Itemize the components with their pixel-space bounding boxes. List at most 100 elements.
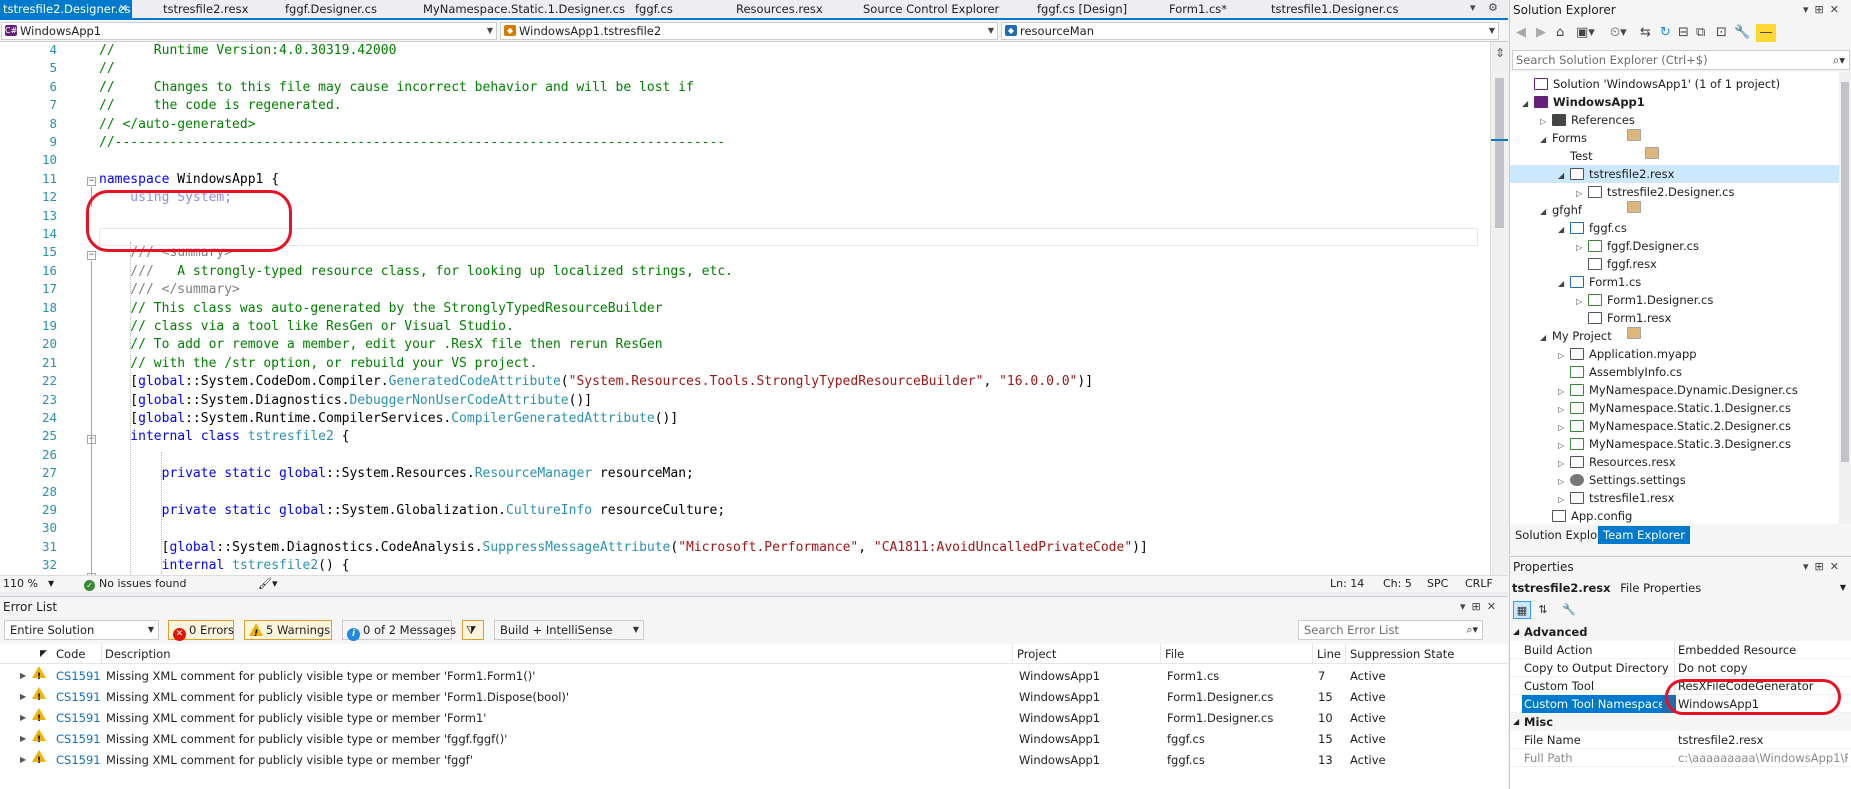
code-editor[interactable]: 4 5 6 7 8 9 10 11 12 13 14 15 16 17 18 19 20 21 22 23 24 25 26… xyxy=(0,42,1508,575)
property-value[interactable]: c:\aaaaaaaaa\WindowsApp1\Fo xyxy=(1678,749,1848,767)
collapse-all-icon[interactable]: ⊟ xyxy=(1678,25,1689,40)
tree-item[interactable]: ▷ MyNamespace.Dynamic.Designer.cs xyxy=(1558,381,1798,399)
table-row[interactable]: ▶ CS1591 Missing XML comment for publicly … xyxy=(0,687,1508,708)
code-line[interactable]: internal class tstresfile2 { xyxy=(99,428,349,446)
property-value[interactable]: Embedded Resource xyxy=(1678,641,1848,659)
property-value[interactable]: tstresfile2.resx xyxy=(1678,731,1848,749)
error-code-link[interactable]: CS1591 xyxy=(56,750,101,770)
tree-item[interactable]: ◢ gfghf xyxy=(1540,201,1641,221)
code-line[interactable]: // the code is regenerated. xyxy=(99,97,342,115)
tree-item[interactable]: ◢ Form1.cs xyxy=(1558,273,1641,291)
error-code-link[interactable]: CS1591 xyxy=(56,687,101,707)
warnings-filter-button[interactable]: 5 Warnings xyxy=(244,620,332,643)
zoom-level[interactable]: 110 % xyxy=(3,576,38,592)
tree-item[interactable]: ▷ Form1.Designer.cs xyxy=(1576,291,1713,309)
code-line[interactable]: private static global::System.Resources.… xyxy=(99,465,694,483)
split-icon[interactable]: ⇕ xyxy=(1493,46,1507,60)
tree-item[interactable]: ▷ Settings.settings xyxy=(1558,471,1686,489)
code-line[interactable]: //--------------------------------------… xyxy=(99,134,725,152)
category-advanced[interactable]: ◢ Advanced xyxy=(1510,623,1851,641)
code-line[interactable]: /// A strongly-typed resource class, for… xyxy=(99,263,733,281)
collapse-icon[interactable]: ◢ xyxy=(1513,623,1519,641)
column-project[interactable]: Project xyxy=(1017,644,1056,664)
tree-item[interactable]: ◢ My Project xyxy=(1540,327,1641,347)
error-code-link[interactable]: CS1591 xyxy=(56,729,101,749)
tab-resources-resx[interactable]: Resources.resx xyxy=(733,0,823,18)
code-line[interactable]: // Runtime Version:4.0.30319.42000 xyxy=(99,42,396,60)
code-line[interactable]: // </auto-generated> xyxy=(99,116,256,134)
panel-window-buttons[interactable]: ▾⊞✕ xyxy=(1803,557,1845,577)
code-line[interactable]: // xyxy=(99,60,115,78)
tree-item[interactable]: ◢ fggf.cs xyxy=(1558,219,1627,237)
code-line[interactable]: // with the /str option, or rebuild your… xyxy=(99,355,537,373)
issues-indicator[interactable]: ✓ No issues found xyxy=(84,576,186,592)
search-error-list-input[interactable]: Search Error List ⌕▾ xyxy=(1298,620,1483,640)
messages-filter-button[interactable]: i0 of 2 Messages xyxy=(342,620,456,641)
history-icon[interactable]: ⏲▾ xyxy=(1610,25,1627,40)
project-combo[interactable]: C# WindowsApp1 ▼ xyxy=(1,22,497,40)
tree-item[interactable]: ▷ MyNamespace.Static.3.Designer.cs xyxy=(1558,435,1791,453)
tree-item[interactable]: ▷ MyNamespace.Static.1.Designer.cs xyxy=(1558,399,1791,417)
column-separator[interactable] xyxy=(1160,644,1161,664)
settings-gear-icon[interactable]: ⚙ xyxy=(1488,1,1498,14)
code-line[interactable]: // class via a tool like ResGen or Visua… xyxy=(99,318,514,336)
error-code-link[interactable]: CS1591 xyxy=(56,708,101,728)
object-selector[interactable]: tstresfile2.resx File Properties ▼ xyxy=(1512,579,1850,597)
tree-item[interactable]: App.config xyxy=(1540,507,1632,524)
column-file[interactable]: File xyxy=(1165,644,1184,664)
back-icon[interactable]: ◀ xyxy=(1516,25,1526,40)
tab-mynamespace-static-1-designer-cs[interactable]: MyNamespace.Static.1.Designer.cs xyxy=(420,0,625,18)
preview-icon[interactable]: ⊡ xyxy=(1716,25,1727,40)
close-icon[interactable]: ✕ xyxy=(119,0,128,18)
brush-icon[interactable]: 🖌▾ xyxy=(258,576,278,592)
error-code-link[interactable]: CS1591 xyxy=(56,666,101,686)
home-icon[interactable]: ⌂ xyxy=(1556,25,1564,40)
tree-item[interactable]: ▷ fggf.Designer.cs xyxy=(1576,237,1699,255)
forward-icon[interactable]: ▶ xyxy=(1536,25,1546,40)
tab-tstresfile2-resx[interactable]: tstresfile2.resx xyxy=(160,0,248,18)
switch-views-icon[interactable]: ▣▾ xyxy=(1576,25,1595,40)
table-row[interactable]: ▶ CS1591 Missing XML comment for publicly … xyxy=(0,708,1508,729)
property-row[interactable]: Build Action Embedded Resource xyxy=(1510,641,1851,659)
solution-tree[interactable]: Solution 'WindowsApp1' (1 of 1 project) ◢… xyxy=(1510,72,1840,524)
code-line[interactable]: private static global::System.Globalizat… xyxy=(99,502,726,520)
refresh-icon[interactable]: ↻ xyxy=(1660,25,1671,40)
column-separator[interactable] xyxy=(1012,644,1013,664)
collapse-icon[interactable]: ◢ xyxy=(1522,95,1534,113)
build-filter-dropdown[interactable]: Build + IntelliSense ▼ xyxy=(494,620,644,640)
categorized-icon[interactable]: ▦ xyxy=(1513,601,1531,619)
tree-item[interactable]: Solution 'WindowsApp1' (1 of 1 project) xyxy=(1522,75,1780,93)
tab-fggf-cs[interactable]: fggf.cs xyxy=(632,0,673,18)
code-line[interactable]: internal tstresfile2() { xyxy=(99,557,350,575)
expand-icon[interactable]: ▶ xyxy=(20,666,26,686)
tree-item[interactable]: ▷ Resources.resx xyxy=(1558,453,1676,471)
tree-item[interactable]: Test xyxy=(1558,147,1659,165)
code-line[interactable]: [global::System.CodeDom.Compiler.Generat… xyxy=(99,373,1093,391)
sort-icon[interactable]: ◤ xyxy=(40,644,47,664)
column-separator[interactable] xyxy=(101,644,102,664)
collapse-icon[interactable]: ◢ xyxy=(1540,329,1552,347)
property-row[interactable]: File Name tstresfile2.resx xyxy=(1510,731,1851,749)
property-row[interactable]: Full Path c:\aaaaaaaaa\WindowsApp1\Fo xyxy=(1510,749,1851,767)
collapse-icon[interactable]: ◢ xyxy=(1540,131,1552,149)
scope-dropdown[interactable]: Entire Solution ▼ xyxy=(4,620,159,640)
panel-window-buttons[interactable]: ▾⊞✕ xyxy=(1803,0,1845,20)
properties-wrench-icon[interactable]: 🔧 xyxy=(1734,25,1750,40)
expand-icon[interactable]: ▶ xyxy=(20,687,26,707)
vertical-scrollbar[interactable]: ⇕ xyxy=(1490,42,1508,575)
tree-scrollbar[interactable] xyxy=(1839,72,1851,524)
collapse-icon[interactable]: ◢ xyxy=(1540,203,1552,221)
code-line[interactable]: namespace WindowsApp1 { xyxy=(99,171,279,189)
expand-icon[interactable]: ▶ xyxy=(20,729,26,749)
collapse-icon[interactable]: ◢ xyxy=(1558,221,1570,239)
tree-item[interactable]: ◢ tstresfile2.resx xyxy=(1510,165,1840,183)
tree-item[interactable]: ◢ WindowsApp1 xyxy=(1522,93,1645,111)
expand-icon[interactable]: ▶ xyxy=(20,750,26,770)
tree-item[interactable]: ▷ tstresfile2.Designer.cs xyxy=(1576,183,1734,201)
alphabetical-icon[interactable]: ⇅ xyxy=(1534,601,1552,619)
property-value[interactable]: Do not copy xyxy=(1678,659,1848,677)
tab-tstresfile1-designer-cs[interactable]: tstresfile1.Designer.cs xyxy=(1268,0,1398,18)
tree-item[interactable]: ◢ Forms xyxy=(1540,129,1641,149)
scrollbar-thumb[interactable] xyxy=(1841,82,1849,462)
column-code[interactable]: Code xyxy=(56,644,85,664)
